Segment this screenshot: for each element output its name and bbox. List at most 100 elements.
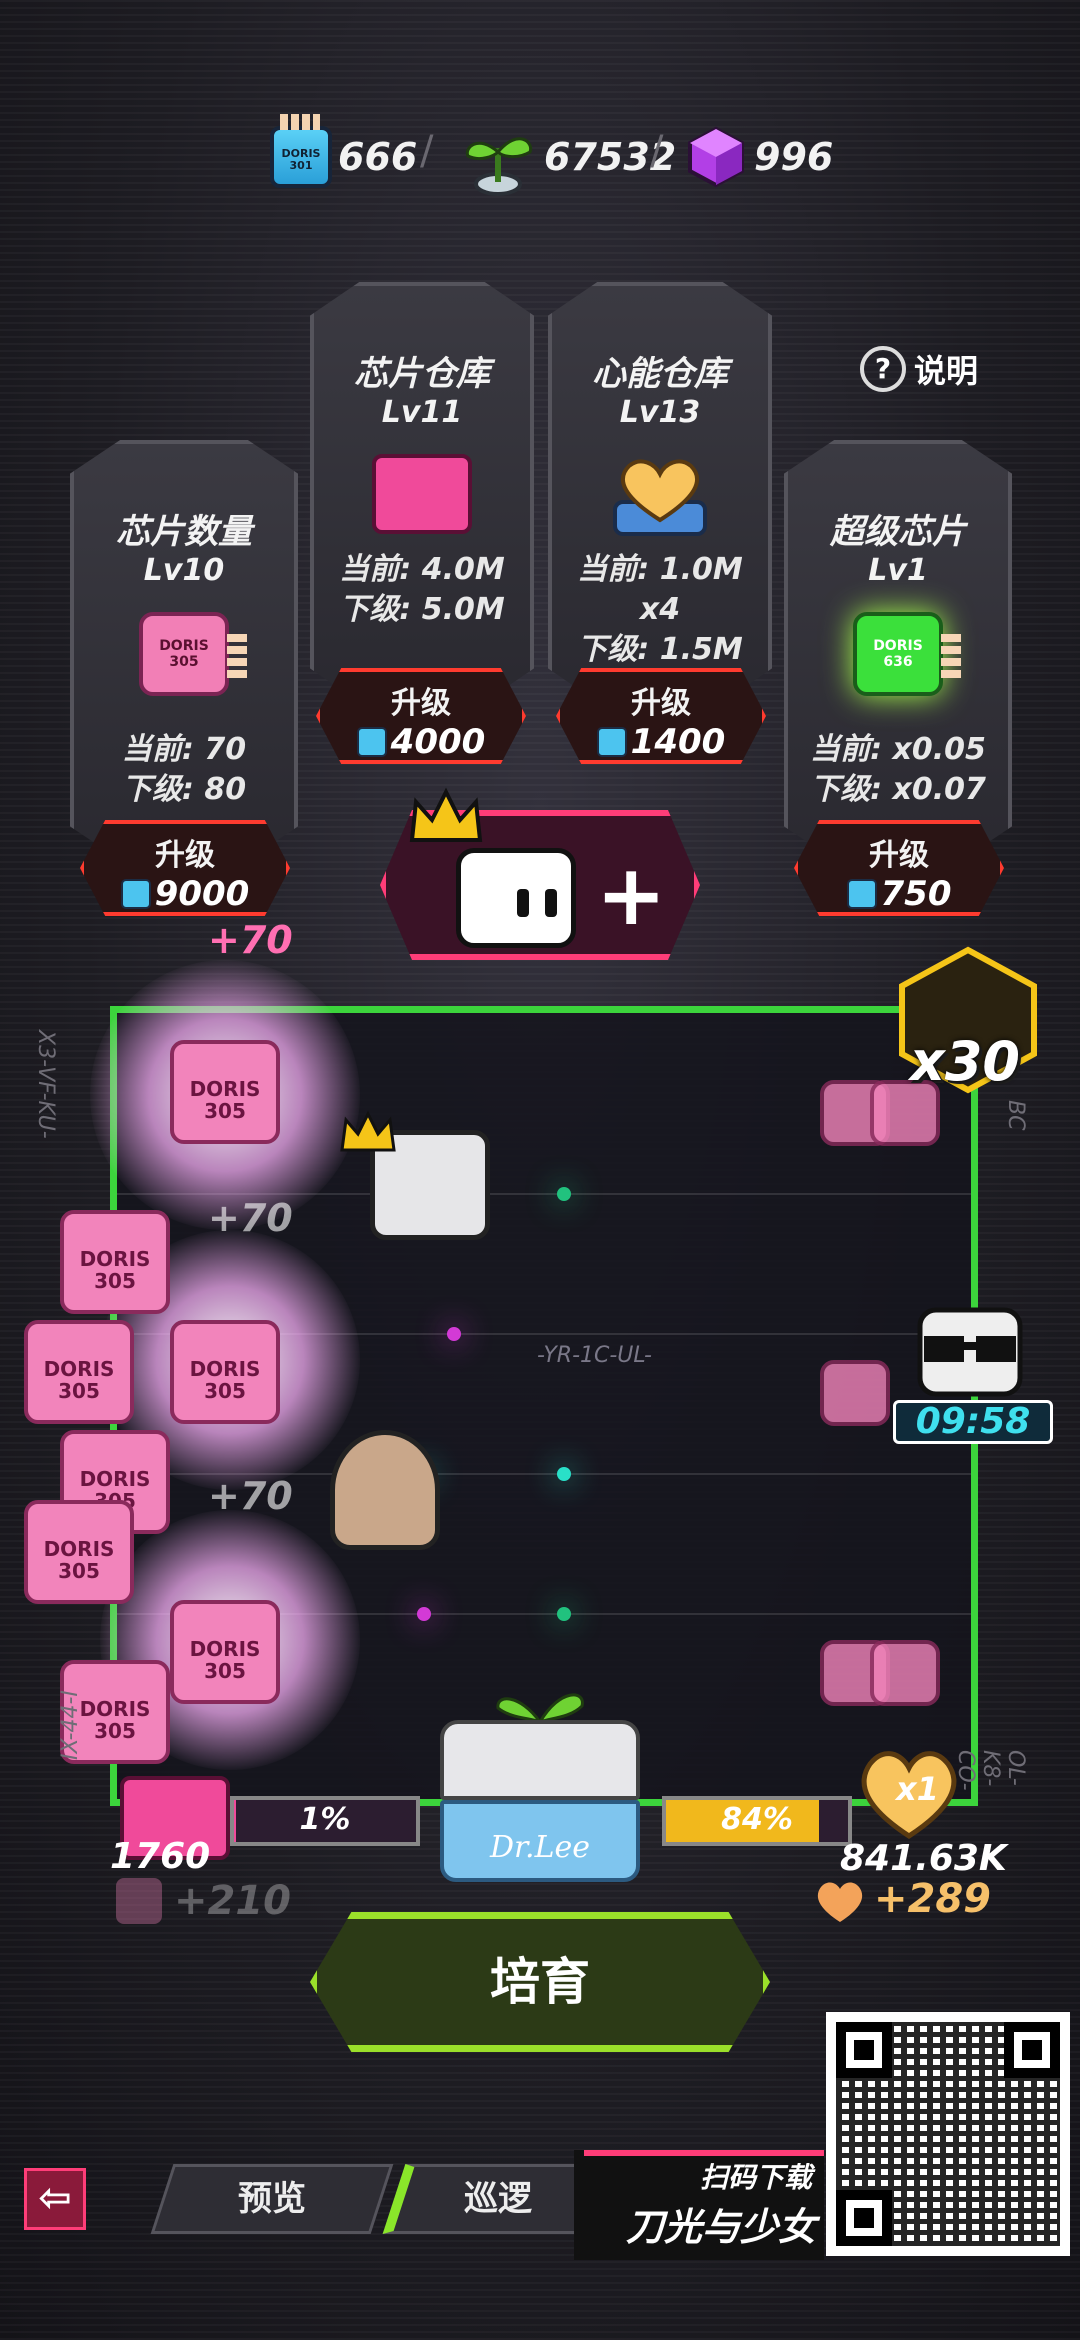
chip-count: 666 bbox=[338, 135, 418, 179]
panel-next: 下级: 5.0M bbox=[339, 592, 505, 627]
multiplier-text: x30 bbox=[910, 1030, 1020, 1093]
panel-next: 下级: 80 bbox=[121, 772, 247, 807]
qr-code[interactable] bbox=[826, 2012, 1070, 2256]
chip-icon bbox=[120, 879, 151, 909]
tab-preview[interactable]: 预览 bbox=[150, 2164, 394, 2234]
incubator-lid bbox=[440, 1720, 640, 1800]
download-promo: 扫码下载 刀光与少女 bbox=[574, 2150, 824, 2260]
upgrade-button-super-chip[interactable]: 升级 750 bbox=[794, 820, 1004, 916]
chip-icon: DORIS 305 bbox=[139, 612, 247, 696]
gain-text: +70 bbox=[208, 1196, 293, 1240]
cube-currency: 996 bbox=[684, 112, 833, 202]
upgrade-cost: 9000 bbox=[154, 874, 250, 914]
incubator-machine[interactable]: Dr.Lee bbox=[440, 1693, 640, 1890]
lane-dot bbox=[557, 1467, 571, 1481]
cube-icon bbox=[688, 126, 744, 188]
upgrade-label: 升级 bbox=[869, 838, 929, 873]
panel-current: 当前: 1.0M x4 bbox=[577, 552, 743, 627]
upgrade-label: 升级 bbox=[391, 686, 451, 721]
sprout-icon bbox=[465, 137, 533, 196]
upgrade-cost: 750 bbox=[880, 874, 952, 914]
chip-icon: DORIS 301 bbox=[270, 114, 332, 188]
qr-finder bbox=[1004, 2022, 1060, 2078]
heart-gain-text: +289 bbox=[874, 1876, 992, 1922]
incubator-label: Dr.Lee bbox=[489, 1830, 591, 1865]
panel-chip-count: 芯片数量 Lv10 DORIS 305 当前: 70 下级: 80 bbox=[70, 440, 298, 860]
progress-percent: 84% bbox=[721, 1802, 793, 1837]
panel-title: 芯片数量 bbox=[116, 512, 252, 552]
tab-patrol[interactable]: 巡逻 bbox=[382, 2164, 606, 2234]
character-girl bbox=[330, 1430, 440, 1550]
separator: / bbox=[420, 128, 434, 174]
lane-dot bbox=[447, 1327, 461, 1341]
panel-super-chip: 超级芯片 Lv1 DORIS 636 当前: x0.05 下级: x0.07 bbox=[784, 440, 1012, 860]
gain-text: +70 bbox=[208, 918, 293, 962]
upgrade-button-chip-storage[interactable]: 升级 4000 bbox=[316, 668, 526, 764]
chip-storage-progress: 1% bbox=[230, 1796, 420, 1846]
crown-icon bbox=[409, 787, 483, 842]
panel-title: 超级芯片 bbox=[830, 512, 966, 552]
panel-current: 当前: 4.0M bbox=[339, 552, 505, 587]
upgrade-label: 升级 bbox=[155, 838, 215, 873]
side-code: IX-44-I bbox=[58, 1690, 83, 1760]
progress-percent: 1% bbox=[299, 1802, 351, 1837]
upgrade-label: 升级 bbox=[631, 686, 691, 721]
chip-icon bbox=[356, 727, 387, 757]
upgrade-cost: 4000 bbox=[390, 722, 486, 762]
chip-storage-count: 1760 bbox=[110, 1836, 211, 1877]
panel-level: Lv10 bbox=[143, 553, 225, 588]
cultivate-button[interactable]: 培育 bbox=[310, 1912, 770, 2052]
back-button[interactable]: ⇦ bbox=[24, 2168, 86, 2230]
question-icon: ? bbox=[860, 346, 906, 392]
panel-title: 心能仓库 bbox=[592, 354, 728, 394]
help-button[interactable]: ? 说明 bbox=[860, 346, 978, 392]
upgrade-cost: 1400 bbox=[630, 722, 726, 762]
character-face-icon bbox=[456, 848, 576, 948]
pink-chip: DORIS 305 bbox=[24, 1500, 134, 1604]
sprout-currency: 67532 bbox=[458, 112, 676, 202]
heart-box-icon bbox=[613, 459, 707, 536]
promo-line1: 扫码下载 bbox=[699, 2161, 812, 2194]
pink-chip bbox=[820, 1360, 890, 1426]
heart-multiplier: x1 bbox=[896, 1770, 939, 1808]
panel-next: 下级: x0.07 bbox=[810, 772, 986, 807]
panel-level: Lv11 bbox=[381, 395, 463, 430]
sprout-icon bbox=[496, 1693, 584, 1724]
sunglasses-face-icon bbox=[917, 1307, 1023, 1397]
plus-icon: + bbox=[596, 846, 667, 944]
countdown-timer: 09:58 bbox=[893, 1400, 1053, 1444]
panel-chip-storage: 芯片仓库 Lv11 当前: 4.0M 下级: 5.0M bbox=[310, 282, 534, 702]
pink-chip: DORIS 305 bbox=[170, 1320, 280, 1424]
heart-storage-progress: 84% bbox=[662, 1796, 852, 1846]
pink-chip: DORIS 305 bbox=[24, 1320, 134, 1424]
pink-chip: DORIS 305 bbox=[170, 1040, 280, 1144]
pink-chip bbox=[870, 1640, 940, 1706]
chip-icon bbox=[116, 1878, 162, 1924]
lane-dot bbox=[557, 1187, 571, 1201]
panel-level: Lv1 bbox=[868, 553, 928, 588]
panel-heart-storage: 心能仓库 Lv13 当前: 1.0M x4 下级: 1.5M x4 bbox=[548, 282, 772, 702]
upgrade-button-heart-storage[interactable]: 升级 1400 bbox=[556, 668, 766, 764]
help-label: 说明 bbox=[914, 352, 979, 390]
pink-chip: DORIS 305 bbox=[170, 1600, 280, 1704]
super-chip-icon: DORIS 636 bbox=[853, 612, 961, 696]
side-code: BC bbox=[1003, 1100, 1028, 1131]
chip-currency: DORIS 301 666 bbox=[270, 112, 417, 202]
cube-count: 996 bbox=[754, 135, 834, 179]
qr-finder bbox=[836, 2022, 892, 2078]
panel-level: Lv13 bbox=[619, 395, 701, 430]
lane-dot bbox=[557, 1607, 571, 1621]
heart-total: 841.63K bbox=[840, 1838, 1007, 1879]
upgrade-button-chip-count[interactable]: 升级 9000 bbox=[80, 820, 290, 916]
chip-box-icon bbox=[372, 454, 472, 534]
gain-text: +70 bbox=[208, 1474, 293, 1518]
panel-title: 芯片仓库 bbox=[354, 354, 490, 394]
promo-game-title: 刀光与少女 bbox=[625, 2205, 816, 2249]
arrow-left-icon: ⇦ bbox=[38, 2175, 72, 2221]
heart-icon bbox=[817, 1882, 863, 1922]
pink-chip: DORIS 305 bbox=[60, 1210, 170, 1314]
chip-gain-text: +210 bbox=[174, 1878, 292, 1924]
side-code: X3-VF-KU- bbox=[33, 1030, 58, 1139]
panel-current: 当前: x0.05 bbox=[810, 732, 986, 767]
qr-finder bbox=[836, 2190, 892, 2246]
